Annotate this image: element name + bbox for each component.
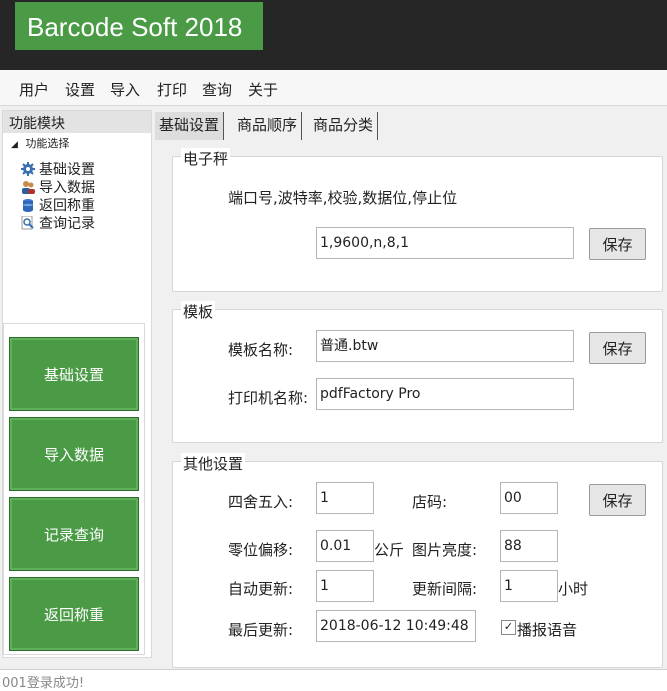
group-title: 模板 xyxy=(181,301,216,322)
tree-item-query-records[interactable]: 查询记录 xyxy=(21,213,95,233)
tab-product-category[interactable]: 商品分类 xyxy=(309,112,379,140)
menu-import[interactable]: 导入 xyxy=(110,79,140,100)
template-group: 模板 模板名称: 普通.btw 保存 打印机名称: pdfFactory Pro xyxy=(172,301,663,443)
store-code-label: 店码: xyxy=(412,493,448,511)
title-bar: Barcode Soft 2018 xyxy=(0,0,667,70)
search-icon xyxy=(21,216,34,230)
tree-item-basic-settings[interactable]: 基础设置 xyxy=(21,159,95,179)
port-label: 端口号,波特率,校验,数据位,停止位 xyxy=(228,189,458,207)
tree-root-label: 功能选择 xyxy=(25,137,70,150)
round-label: 四舍五入: xyxy=(228,493,294,511)
zero-offset-input[interactable]: 0.01 xyxy=(316,530,374,562)
collapse-icon[interactable]: ◢ xyxy=(11,140,18,150)
tree-root[interactable]: ◢ 功能选择 xyxy=(11,135,69,151)
other-settings-group: 其他设置 四舍五入: 1 店码: 00 保存 零位偏移: 0.01 公斤 图片亮… xyxy=(172,453,663,668)
scale-group: 电子秤 端口号,波特率,校验,数据位,停止位 1,9600,n,8,1 保存 xyxy=(172,148,663,292)
tree-item-label: 查询记录 xyxy=(39,216,95,232)
status-bar: 001登录成功! xyxy=(0,669,667,691)
basic-settings-button[interactable]: 基础设置 xyxy=(9,337,139,411)
last-update-input[interactable]: 2018-06-12 10:49:48 xyxy=(316,610,476,642)
auto-update-input[interactable]: 1 xyxy=(316,570,374,602)
menu-bar: 用户 设置 导入 打印 查询 关于 xyxy=(0,70,667,106)
group-title: 电子秤 xyxy=(181,148,231,169)
return-weigh-button[interactable]: 返回称重 xyxy=(9,577,139,651)
menu-about[interactable]: 关于 xyxy=(248,79,278,100)
panel-title: 功能模块 xyxy=(3,111,151,133)
round-input[interactable]: 1 xyxy=(316,482,374,514)
template-name-input[interactable]: 普通.btw xyxy=(316,330,574,362)
menu-print[interactable]: 打印 xyxy=(157,79,187,100)
tab-basic-settings[interactable]: 基础设置 xyxy=(155,112,225,140)
import-data-button[interactable]: 导入数据 xyxy=(9,417,139,491)
database-icon xyxy=(23,199,33,212)
tree-item-label: 返回称重 xyxy=(39,198,95,214)
voice-checkbox[interactable]: ✓ xyxy=(501,620,516,635)
update-interval-label: 更新间隔: xyxy=(412,580,478,598)
save-other-button[interactable]: 保存 xyxy=(589,484,646,516)
app-title: Barcode Soft 2018 xyxy=(15,2,263,50)
last-update-label: 最后更新: xyxy=(228,621,294,639)
users-icon xyxy=(22,181,35,194)
save-template-button[interactable]: 保存 xyxy=(589,332,646,364)
brightness-input[interactable]: 88 xyxy=(500,530,558,562)
tab-product-order[interactable]: 商品顺序 xyxy=(233,112,303,140)
update-interval-unit: 小时 xyxy=(558,580,589,598)
zero-offset-label: 零位偏移: xyxy=(228,541,294,559)
update-interval-input[interactable]: 1 xyxy=(500,570,558,602)
template-name-label: 模板名称: xyxy=(228,341,294,359)
tree-item-label: 基础设置 xyxy=(39,162,95,178)
menu-query[interactable]: 查询 xyxy=(202,79,232,100)
brightness-label: 图片亮度: xyxy=(412,541,478,559)
quick-buttons: 基础设置 导入数据 记录查询 返回称重 xyxy=(3,323,145,655)
printer-name-input[interactable]: pdfFactory Pro xyxy=(316,378,574,410)
port-input[interactable]: 1,9600,n,8,1 xyxy=(316,227,574,259)
group-title: 其他设置 xyxy=(181,453,246,474)
menu-settings[interactable]: 设置 xyxy=(65,79,95,100)
zero-offset-unit: 公斤 xyxy=(374,541,405,559)
printer-name-label: 打印机名称: xyxy=(228,389,309,407)
record-query-button[interactable]: 记录查询 xyxy=(9,497,139,571)
store-code-input[interactable]: 00 xyxy=(500,482,558,514)
voice-label: 播报语音 xyxy=(517,621,578,639)
save-scale-button[interactable]: 保存 xyxy=(589,228,646,260)
tree-item-return-weigh[interactable]: 返回称重 xyxy=(21,195,95,215)
gear-icon xyxy=(21,162,35,176)
tree-item-import-data[interactable]: 导入数据 xyxy=(21,177,95,197)
auto-update-label: 自动更新: xyxy=(228,580,294,598)
tree-item-label: 导入数据 xyxy=(39,180,95,196)
menu-user[interactable]: 用户 xyxy=(19,79,49,100)
